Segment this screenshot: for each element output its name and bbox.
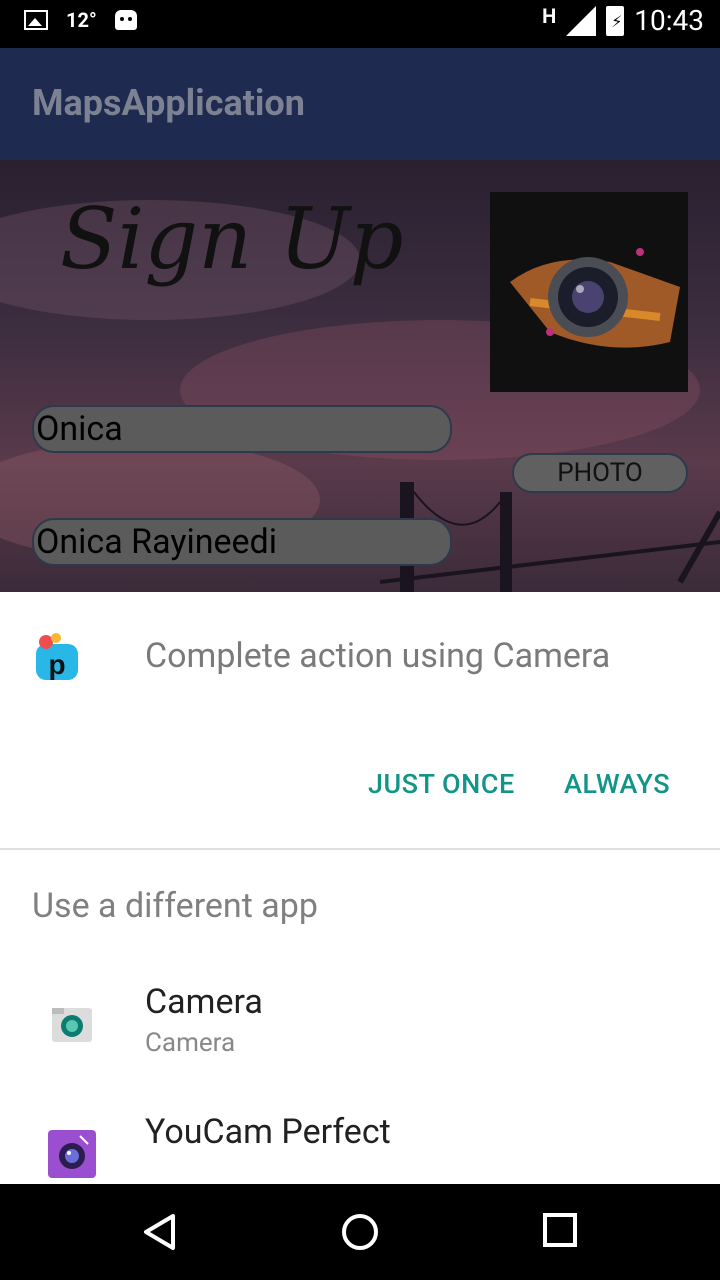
signup-screen: Sign Up Onica PHOTO Onica Rayineedi [0, 160, 720, 592]
signup-heading: Sign Up [60, 190, 404, 288]
app-title: MapsApplication [32, 82, 305, 124]
back-icon[interactable] [140, 1212, 180, 1252]
app-option-camera[interactable]: Camera Camera [0, 982, 720, 1102]
navigation-bar [0, 1184, 720, 1280]
temperature-text: 12° [66, 8, 97, 32]
profile-photo [490, 192, 688, 392]
image-icon [24, 10, 48, 30]
app-chooser-sheet: p Complete action using Camera JUST ONCE… [0, 592, 720, 1184]
svg-text:p: p [48, 649, 65, 680]
picsart-icon[interactable]: p [34, 632, 80, 682]
youcam-icon [48, 1130, 96, 1178]
app-subtitle: Camera [145, 1028, 236, 1058]
fullname-field[interactable]: Onica Rayineedi [32, 518, 452, 566]
status-bar: 12° H ⚡ 10:43 [0, 0, 720, 48]
recents-icon[interactable] [542, 1212, 578, 1248]
just-once-button[interactable]: JUST ONCE [368, 768, 515, 800]
app-name: YouCam Perfect [145, 1112, 391, 1152]
signal-icon [566, 5, 597, 36]
camera-app-icon [52, 1008, 92, 1042]
always-button[interactable]: ALWAYS [564, 768, 670, 800]
app-name: Camera [145, 982, 263, 1022]
divider [0, 848, 720, 850]
use-different-app-label: Use a different app [32, 886, 318, 926]
username-field[interactable]: Onica [32, 405, 452, 453]
camera-lens-image [510, 248, 680, 348]
home-icon[interactable] [340, 1212, 380, 1252]
android-icon [114, 10, 137, 30]
photo-button[interactable]: PHOTO [512, 453, 688, 493]
clock: 10:43 [634, 4, 704, 37]
battery-charging-icon: ⚡ [606, 5, 625, 36]
network-type: H [542, 3, 557, 28]
chooser-title: Complete action using Camera [145, 636, 611, 676]
app-bar: MapsApplication [0, 48, 720, 160]
